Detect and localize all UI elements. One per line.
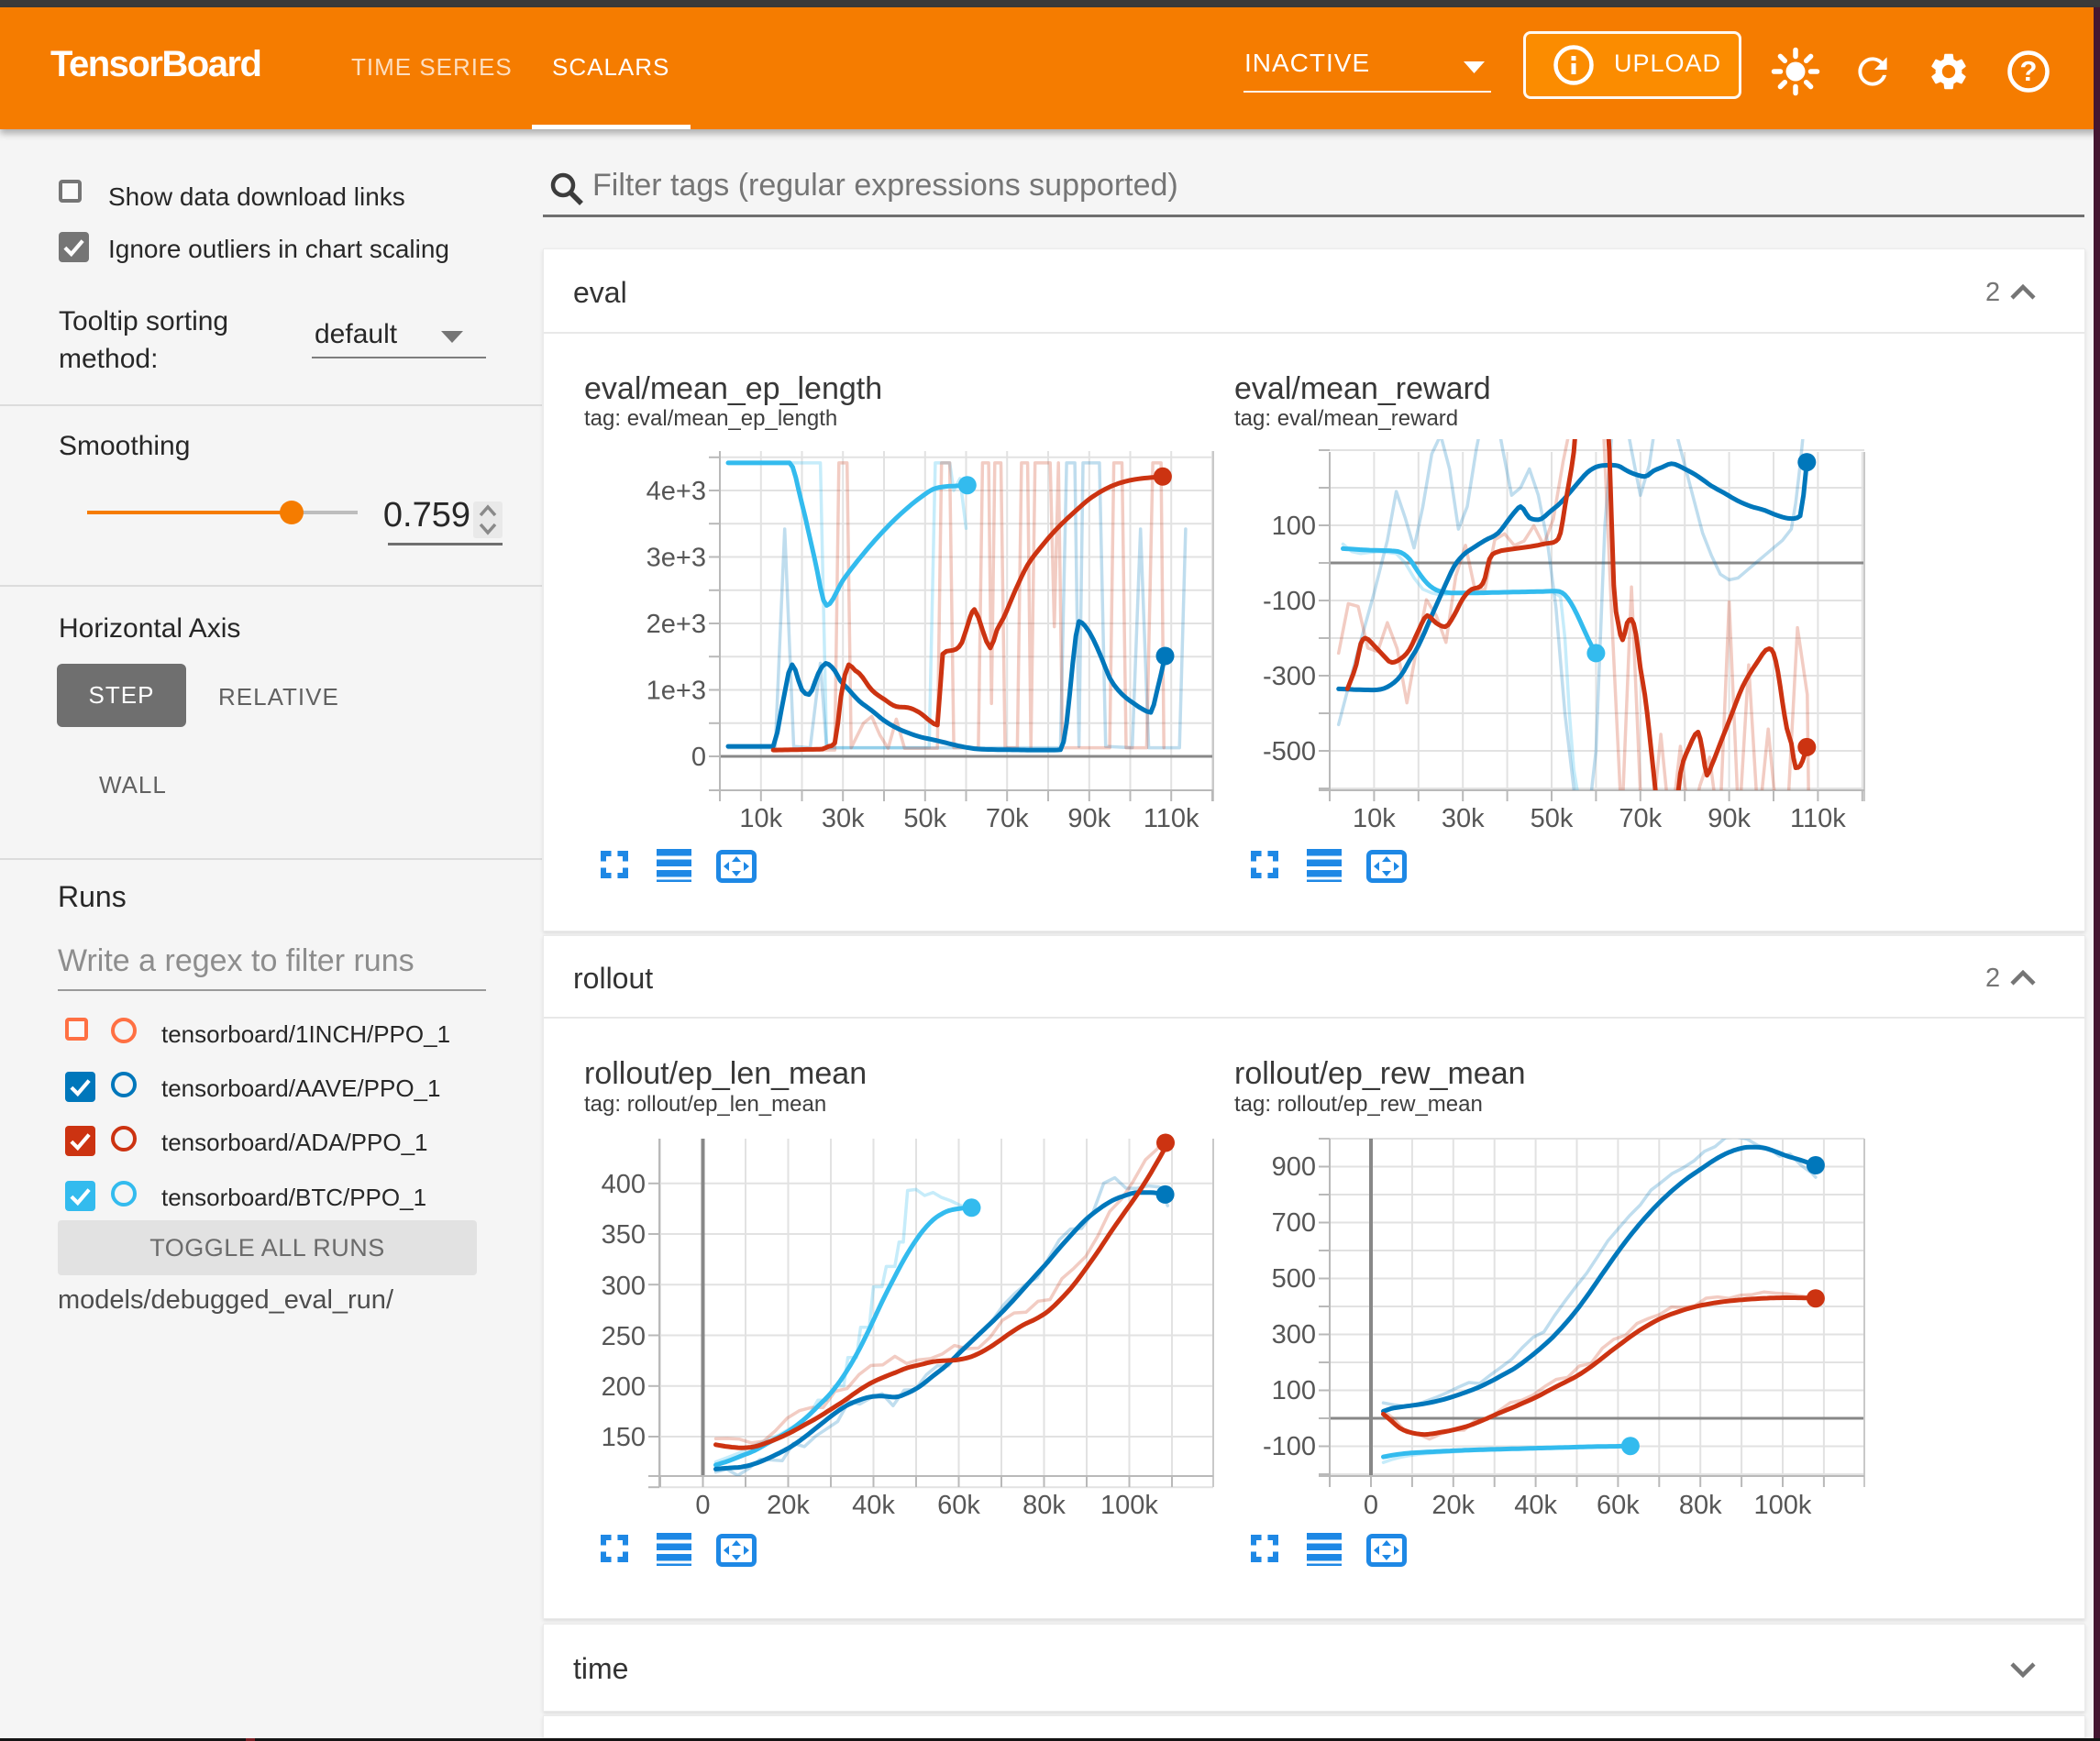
svg-text:70k: 70k xyxy=(1619,804,1662,833)
svg-text:150: 150 xyxy=(602,1423,646,1452)
svg-text:50k: 50k xyxy=(1531,804,1574,833)
svg-text:70k: 70k xyxy=(986,804,1029,833)
svg-text:0: 0 xyxy=(695,1491,710,1520)
svg-text:900: 900 xyxy=(1272,1152,1316,1182)
svg-text:40k: 40k xyxy=(1514,1491,1557,1520)
svg-text:2e+3: 2e+3 xyxy=(647,610,706,639)
svg-text:60k: 60k xyxy=(937,1491,980,1520)
svg-text:10k: 10k xyxy=(1353,804,1396,833)
svg-text:40k: 40k xyxy=(852,1491,895,1520)
svg-text:250: 250 xyxy=(602,1322,646,1351)
svg-text:350: 350 xyxy=(602,1220,646,1250)
svg-text:200: 200 xyxy=(602,1372,646,1402)
svg-text:300: 300 xyxy=(1272,1320,1316,1350)
svg-text:80k: 80k xyxy=(1679,1491,1722,1520)
svg-text:30k: 30k xyxy=(1442,804,1485,833)
svg-text:30k: 30k xyxy=(822,804,865,833)
svg-text:100: 100 xyxy=(1272,512,1316,541)
svg-text:90k: 90k xyxy=(1708,804,1751,833)
svg-text:-100: -100 xyxy=(1263,1432,1316,1461)
svg-text:20k: 20k xyxy=(767,1491,810,1520)
svg-text:4e+3: 4e+3 xyxy=(647,477,706,506)
svg-text:50k: 50k xyxy=(903,804,946,833)
svg-text:100: 100 xyxy=(1272,1376,1316,1405)
svg-text:80k: 80k xyxy=(1022,1491,1066,1520)
svg-text:400: 400 xyxy=(602,1170,646,1199)
svg-text:-500: -500 xyxy=(1263,737,1316,766)
svg-text:100k: 100k xyxy=(1100,1491,1158,1520)
svg-text:110k: 110k xyxy=(1144,804,1199,833)
svg-text:60k: 60k xyxy=(1597,1491,1640,1520)
svg-text:90k: 90k xyxy=(1067,804,1111,833)
svg-text:-100: -100 xyxy=(1263,587,1316,616)
svg-text:300: 300 xyxy=(602,1272,646,1301)
svg-text:1e+3: 1e+3 xyxy=(647,677,706,706)
svg-text:0: 0 xyxy=(1364,1491,1378,1520)
svg-text:500: 500 xyxy=(1272,1264,1316,1294)
svg-text:0: 0 xyxy=(691,743,706,772)
svg-text:700: 700 xyxy=(1272,1208,1316,1238)
svg-text:20k: 20k xyxy=(1431,1491,1475,1520)
svg-text:10k: 10k xyxy=(739,804,782,833)
svg-text:110k: 110k xyxy=(1790,804,1846,833)
svg-text:-300: -300 xyxy=(1263,662,1316,691)
svg-text:3e+3: 3e+3 xyxy=(647,544,706,573)
svg-text:100k: 100k xyxy=(1754,1491,1812,1520)
